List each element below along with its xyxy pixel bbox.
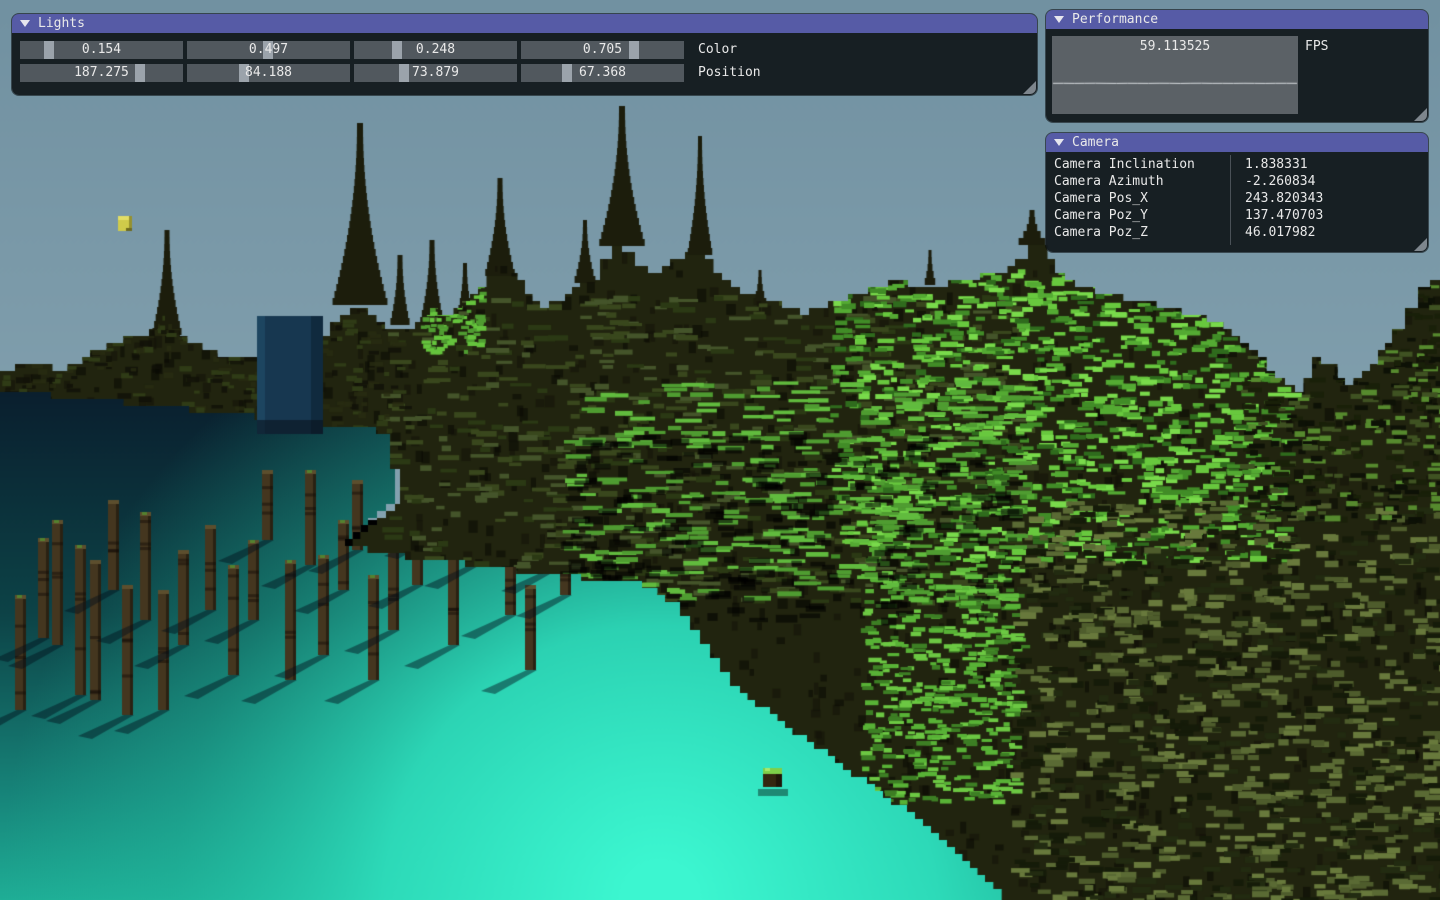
fps-current-value: 59.113525 xyxy=(1052,39,1298,54)
camera-row: Camera Pos_X 243.820343 xyxy=(1054,190,1420,207)
performance-panel-title: Performance xyxy=(1072,10,1158,29)
light-position-row: 187.275 84.188 73.879 67.368 Position xyxy=(20,64,1029,82)
slider-value: 67.368 xyxy=(521,64,684,82)
camera-row: Camera Azimuth -2.260834 xyxy=(1054,173,1420,190)
position-row-label: Position xyxy=(698,64,761,82)
light-position-slider-w[interactable]: 67.368 xyxy=(521,64,684,82)
collapse-arrow-icon[interactable] xyxy=(1054,16,1064,23)
color-row-label: Color xyxy=(698,41,737,59)
camera-row-label: Camera Inclination xyxy=(1054,156,1230,173)
collapse-arrow-icon[interactable] xyxy=(1054,139,1064,146)
slider-value: 0.705 xyxy=(521,41,684,59)
slider-value: 0.248 xyxy=(354,41,517,59)
collapse-arrow-icon[interactable] xyxy=(20,20,30,27)
camera-row-value: 46.017982 xyxy=(1230,224,1315,241)
slider-value: 187.275 xyxy=(20,64,183,82)
light-color-slider-b[interactable]: 0.248 xyxy=(354,41,517,59)
resize-grip-icon[interactable] xyxy=(1414,108,1427,121)
camera-row-label: Camera Poz_Y xyxy=(1054,207,1230,224)
fps-plot: 59.113525 xyxy=(1052,36,1298,114)
camera-row-label: Camera Pos_X xyxy=(1054,190,1230,207)
light-color-slider-g[interactable]: 0.497 xyxy=(187,41,350,59)
resize-grip-icon[interactable] xyxy=(1023,81,1036,94)
camera-panel-titlebar[interactable]: Camera xyxy=(1046,133,1428,152)
lights-panel-title: Lights xyxy=(38,14,85,33)
camera-row: Camera Poz_Y 137.470703 xyxy=(1054,207,1420,224)
camera-row-label: Camera Poz_Z xyxy=(1054,224,1230,241)
camera-row-label: Camera Azimuth xyxy=(1054,173,1230,190)
camera-row: Camera Inclination 1.838331 xyxy=(1054,156,1420,173)
camera-row-value: -2.260834 xyxy=(1230,173,1315,190)
camera-row: Camera Poz_Z 46.017982 xyxy=(1054,224,1420,241)
performance-panel-titlebar[interactable]: Performance xyxy=(1046,10,1428,29)
camera-readouts: Camera Inclination 1.838331 Camera Azimu… xyxy=(1054,156,1420,241)
camera-panel-title: Camera xyxy=(1072,133,1119,152)
camera-columns-divider xyxy=(1230,155,1231,245)
fps-unit-label: FPS xyxy=(1305,39,1328,54)
slider-value: 73.879 xyxy=(354,64,517,82)
light-color-slider-a[interactable]: 0.705 xyxy=(521,41,684,59)
performance-panel: Performance 59.113525 FPS xyxy=(1046,10,1428,122)
light-color-slider-r[interactable]: 0.154 xyxy=(20,41,183,59)
light-position-slider-x[interactable]: 187.275 xyxy=(20,64,183,82)
lights-panel-titlebar[interactable]: Lights xyxy=(12,14,1037,33)
slider-value: 84.188 xyxy=(187,64,350,82)
camera-row-value: 243.820343 xyxy=(1230,190,1323,207)
camera-row-value: 137.470703 xyxy=(1230,207,1323,224)
lights-panel: Lights 0.154 0.497 0.248 0.705 Color xyxy=(12,14,1037,95)
light-color-row: 0.154 0.497 0.248 0.705 Color xyxy=(20,41,1029,59)
slider-value: 0.497 xyxy=(187,41,350,59)
light-position-slider-z[interactable]: 73.879 xyxy=(354,64,517,82)
camera-row-value: 1.838331 xyxy=(1230,156,1308,173)
light-position-slider-y[interactable]: 84.188 xyxy=(187,64,350,82)
slider-value: 0.154 xyxy=(20,41,183,59)
camera-panel: Camera Camera Inclination 1.838331 Camer… xyxy=(1046,133,1428,252)
lights-panel-content: 0.154 0.497 0.248 0.705 Color 187.275 xyxy=(12,33,1037,82)
